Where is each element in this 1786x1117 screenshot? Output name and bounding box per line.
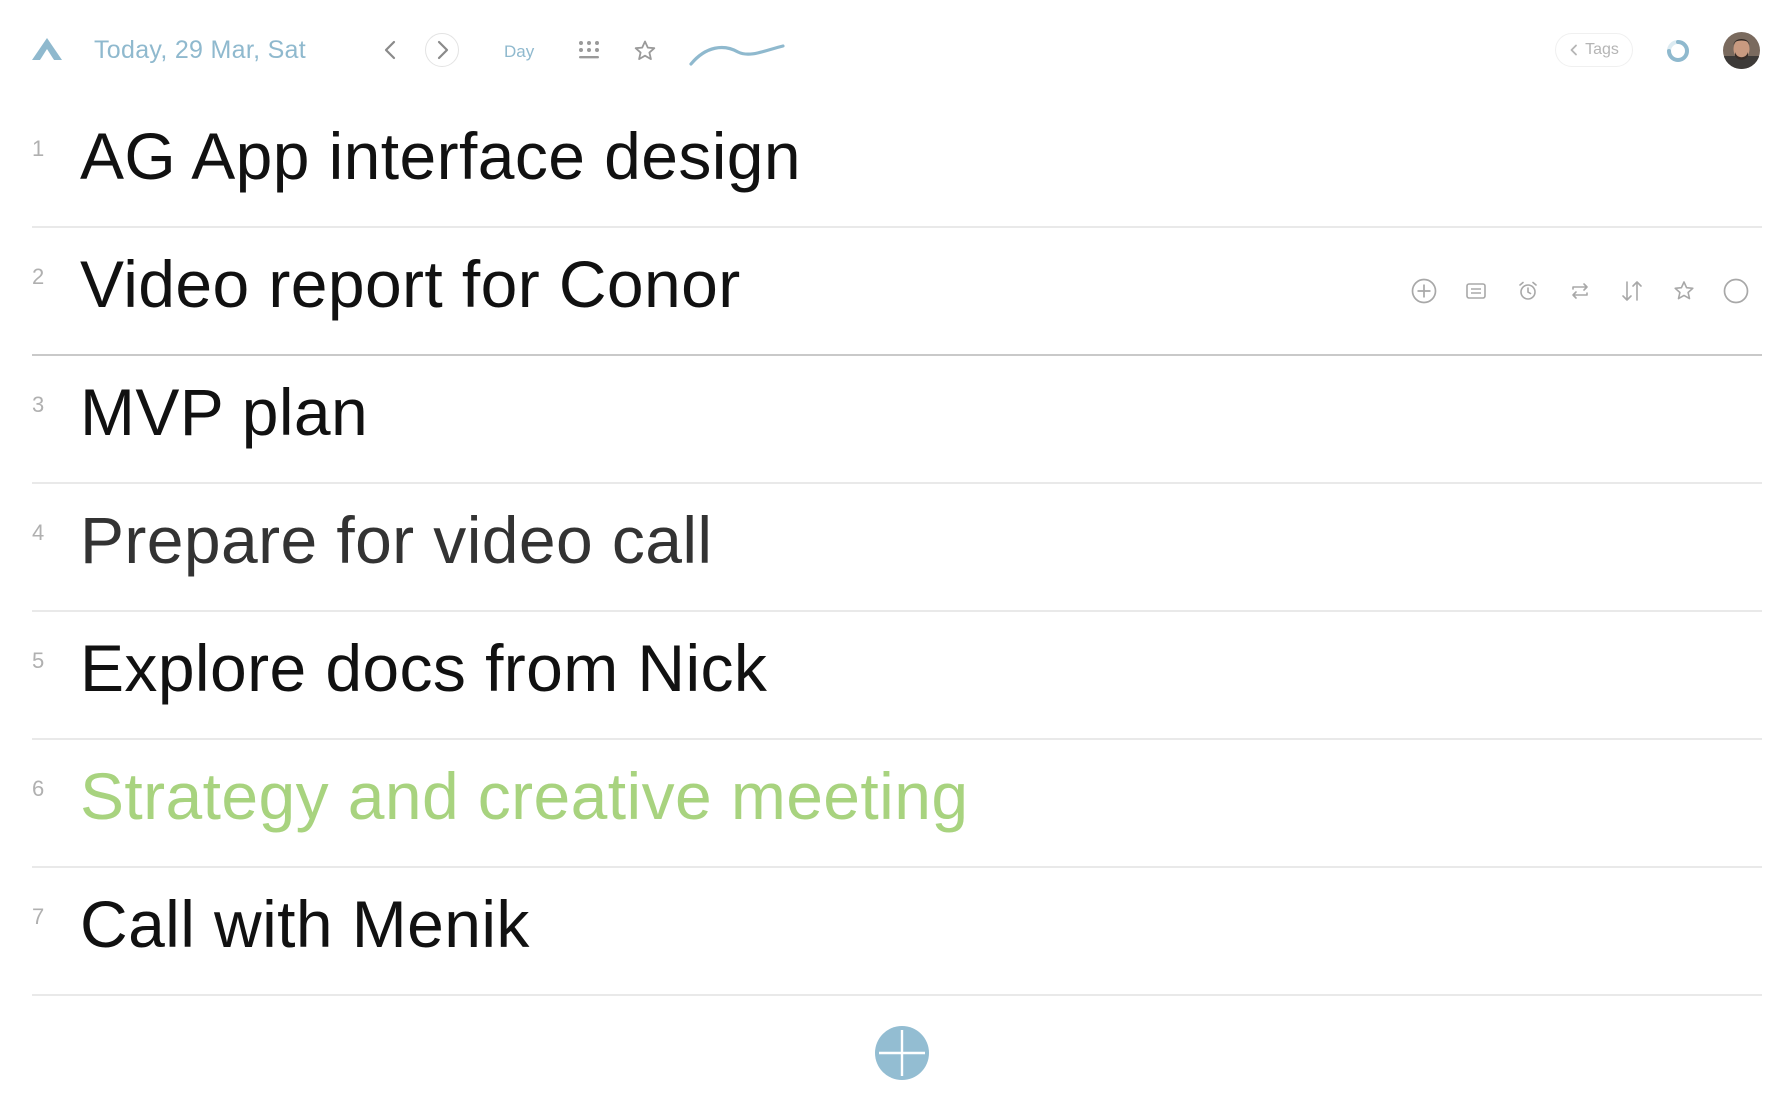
- task-row[interactable]: 1 AG App interface design: [32, 100, 1762, 228]
- wave-icon[interactable]: [688, 38, 788, 73]
- task-number: 1: [32, 136, 45, 161]
- chevron-right-icon: [437, 40, 449, 60]
- chevron-left-icon: [1570, 44, 1577, 56]
- star-icon[interactable]: [1658, 276, 1710, 306]
- task-title[interactable]: Call with Menik: [80, 886, 530, 962]
- previous-day-button[interactable]: [374, 33, 408, 67]
- date-label[interactable]: Today, 29 Mar, Sat: [94, 36, 306, 65]
- tags-label: Tags: [1585, 41, 1619, 58]
- sort-icon[interactable]: [1606, 276, 1658, 306]
- view-mode-day[interactable]: Day: [504, 42, 534, 62]
- task-title[interactable]: Prepare for video call: [80, 502, 712, 578]
- task-title[interactable]: Explore docs from Nick: [80, 630, 767, 706]
- add-subtask-icon[interactable]: [1398, 276, 1450, 306]
- task-number: 2: [32, 264, 45, 289]
- task-title[interactable]: Video report for Conor: [80, 246, 741, 322]
- task-list: 1 AG App interface design 2 Video report…: [32, 100, 1762, 996]
- progress-ring-icon[interactable]: [1665, 38, 1691, 69]
- task-number: 5: [32, 648, 45, 673]
- app-logo-icon[interactable]: [30, 36, 64, 66]
- repeat-icon[interactable]: [1554, 276, 1606, 306]
- add-task-button[interactable]: [875, 1026, 929, 1080]
- task-number: 7: [32, 904, 45, 929]
- note-icon[interactable]: [1450, 276, 1502, 306]
- task-row[interactable]: 3 MVP plan: [32, 356, 1762, 484]
- chevron-left-icon: [384, 40, 396, 60]
- task-title[interactable]: Strategy and creative meeting: [80, 758, 968, 834]
- task-number: 4: [32, 520, 45, 545]
- avatar[interactable]: [1723, 32, 1760, 69]
- task-row[interactable]: 5 Explore docs from Nick: [32, 612, 1762, 740]
- task-actions: [1398, 276, 1762, 306]
- task-title[interactable]: AG App interface design: [80, 118, 801, 194]
- plus-icon: [879, 1030, 925, 1076]
- task-number: 3: [32, 392, 45, 417]
- complete-circle-icon[interactable]: [1710, 276, 1762, 306]
- task-row[interactable]: 4 Prepare for video call: [32, 484, 1762, 612]
- next-day-button[interactable]: [425, 33, 459, 67]
- star-icon[interactable]: [633, 39, 657, 68]
- alarm-icon[interactable]: [1502, 276, 1554, 306]
- task-number: 6: [32, 776, 45, 801]
- task-row[interactable]: 2 Video report for Conor: [32, 228, 1762, 356]
- grid-dots-icon[interactable]: [577, 39, 601, 66]
- tags-button[interactable]: Tags: [1555, 33, 1633, 67]
- task-row[interactable]: 6 Strategy and creative meeting: [32, 740, 1762, 868]
- task-title[interactable]: MVP plan: [80, 374, 368, 450]
- top-bar: Today, 29 Mar, Sat Day Tags: [0, 0, 1786, 100]
- task-row[interactable]: 7 Call with Menik: [32, 868, 1762, 996]
